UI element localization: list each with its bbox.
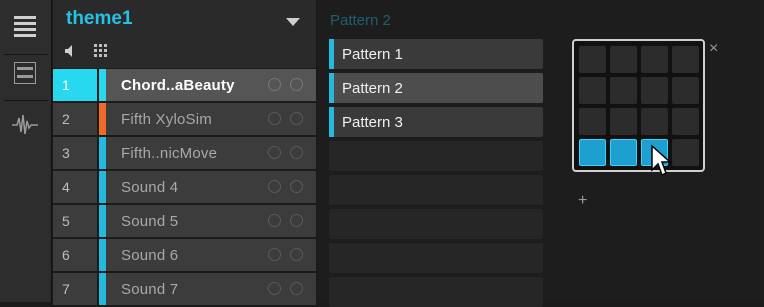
pattern-name: Pattern 2	[342, 80, 403, 97]
pattern-color-bar	[329, 73, 334, 103]
pattern-pad[interactable]	[579, 108, 606, 135]
pattern-color-bar	[329, 39, 334, 69]
pattern-pad[interactable]	[641, 108, 668, 135]
knob-icon[interactable]	[290, 78, 303, 91]
pattern-slot[interactable]: Pattern 2	[329, 73, 543, 103]
pattern-pad[interactable]	[610, 139, 637, 166]
sound-slot[interactable]: 5 Sound 5	[53, 204, 316, 237]
sound-color-swatch	[99, 171, 106, 203]
pattern-pad[interactable]	[672, 139, 699, 166]
empty-pattern-slot[interactable]	[329, 243, 543, 273]
empty-pattern-slot[interactable]	[329, 277, 543, 307]
sound-color-swatch	[99, 273, 106, 305]
sound-number: 5	[53, 205, 97, 237]
sound-name: Chord..aBeauty	[121, 77, 235, 94]
sound-number: 1	[53, 69, 97, 101]
pattern-pad[interactable]	[641, 77, 668, 104]
pattern-pad[interactable]	[579, 46, 606, 73]
knob-icon[interactable]	[268, 248, 281, 261]
mixer-view-button[interactable]	[8, 60, 42, 90]
sound-name: Sound 4	[121, 179, 179, 196]
sound-number: 6	[53, 239, 97, 271]
knob-icon[interactable]	[268, 282, 281, 295]
knob-icon[interactable]	[290, 214, 303, 227]
knob-icon[interactable]	[290, 180, 303, 193]
pattern-slot[interactable]: Pattern 1	[329, 39, 543, 69]
pattern-pad[interactable]	[672, 108, 699, 135]
knob-icon[interactable]	[290, 248, 303, 261]
sound-color-swatch	[99, 205, 106, 237]
knob-icon[interactable]	[290, 282, 303, 295]
knob-icon[interactable]	[268, 112, 281, 125]
knob-icon[interactable]	[268, 146, 281, 159]
group-name[interactable]: theme1	[66, 8, 133, 30]
pattern-pad[interactable]	[579, 77, 606, 104]
sound-color-swatch	[99, 137, 106, 169]
empty-pattern-slot[interactable]	[329, 209, 543, 239]
sound-slot[interactable]: 6 Sound 6	[53, 238, 316, 271]
sound-name: Fifth..nicMove	[121, 145, 218, 162]
sound-slot[interactable]: 3 Fifth..nicMove	[53, 136, 316, 169]
cursor-icon	[651, 144, 672, 177]
sound-name: Fifth XyloSim	[121, 111, 212, 128]
knob-icon[interactable]	[268, 214, 281, 227]
pattern-header-label: Pattern 2	[330, 12, 391, 29]
sound-slot[interactable]: 1 Chord..aBeauty	[53, 68, 316, 101]
sound-number: 3	[53, 137, 97, 169]
pattern-slot[interactable]: Pattern 3	[329, 107, 543, 137]
sample-editor-button[interactable]	[8, 110, 42, 140]
pattern-pad[interactable]	[672, 77, 699, 104]
sound-number: 2	[53, 103, 97, 135]
pattern-pad[interactable]	[610, 46, 637, 73]
sound-color-swatch	[99, 239, 106, 271]
sound-slot[interactable]: 2 Fifth XyloSim	[53, 102, 316, 135]
pattern-pad-popup	[572, 39, 705, 172]
knob-icon[interactable]	[268, 180, 281, 193]
sound-color-swatch	[99, 103, 106, 135]
sound-number: 4	[53, 171, 97, 203]
list-view-button[interactable]	[8, 16, 42, 46]
view-switcher-strip	[0, 0, 52, 302]
knob-icon[interactable]	[290, 146, 303, 159]
sound-name: Sound 7	[121, 281, 179, 298]
waveform-icon	[12, 114, 38, 135]
pattern-name: Pattern 1	[342, 46, 403, 63]
pattern-pad[interactable]	[672, 46, 699, 73]
pattern-pad[interactable]	[610, 108, 637, 135]
mixer-icon	[14, 62, 36, 84]
speaker-icon[interactable]	[64, 44, 78, 58]
knob-icon[interactable]	[268, 78, 281, 91]
sound-slot[interactable]: 7 Sound 7	[53, 272, 316, 305]
pattern-pad[interactable]	[610, 77, 637, 104]
add-pattern-button[interactable]: +	[578, 192, 587, 210]
empty-pattern-slot[interactable]	[329, 175, 543, 205]
dropdown-arrow-icon[interactable]	[286, 18, 300, 26]
close-icon[interactable]: ×	[709, 40, 718, 58]
sound-number: 7	[53, 273, 97, 305]
pattern-color-bar	[329, 107, 334, 137]
pattern-name: Pattern 3	[342, 114, 403, 131]
sound-name: Sound 6	[121, 247, 179, 264]
knob-icon[interactable]	[290, 112, 303, 125]
pattern-pad[interactable]	[579, 139, 606, 166]
sound-slot[interactable]: 4 Sound 4	[53, 170, 316, 203]
sound-name: Sound 5	[121, 213, 179, 230]
empty-pattern-slot[interactable]	[329, 141, 543, 171]
sound-color-swatch	[99, 69, 106, 101]
pattern-pad[interactable]	[641, 46, 668, 73]
grid-icon[interactable]	[93, 43, 109, 59]
